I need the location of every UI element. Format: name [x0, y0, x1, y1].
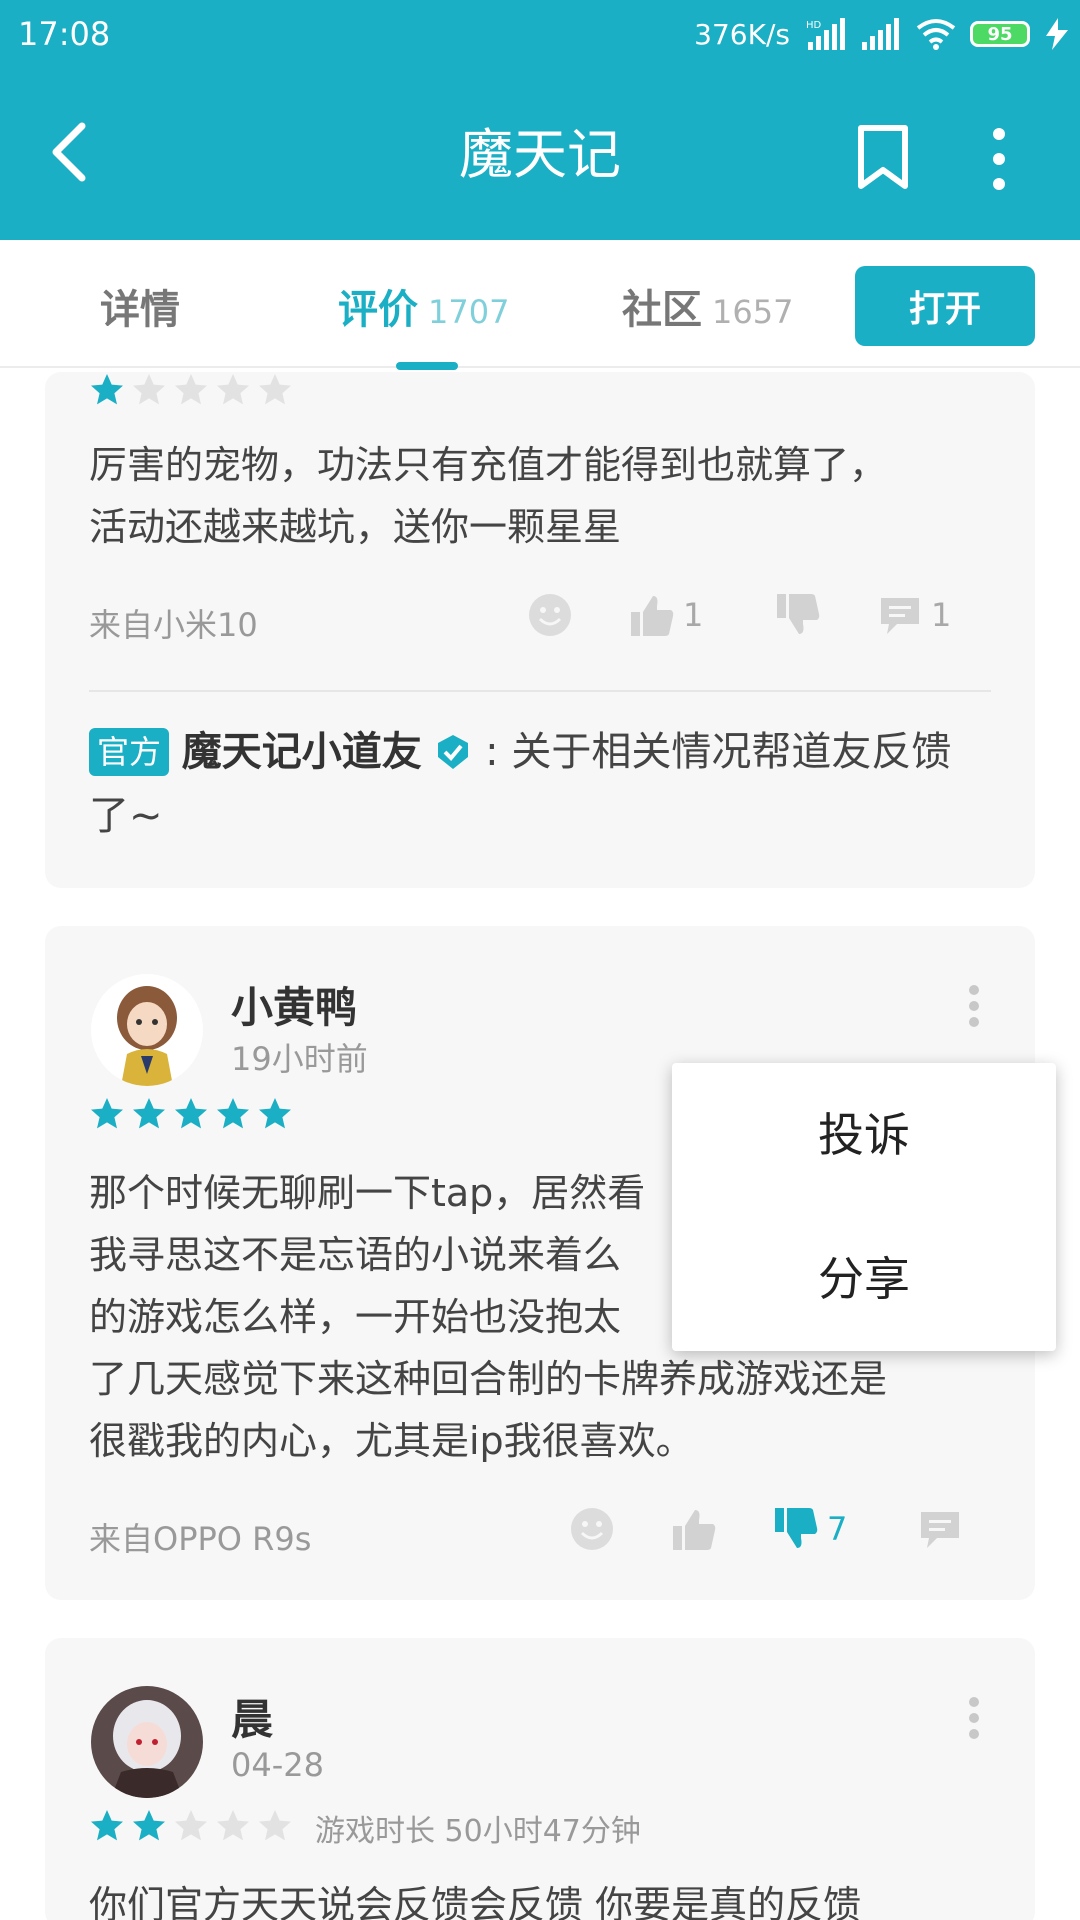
bookmark-icon[interactable] — [856, 124, 910, 190]
star-icon — [217, 374, 249, 405]
avatar-image — [91, 974, 203, 1086]
page-title: 魔天记 — [459, 123, 621, 186]
comment-icon — [921, 1512, 959, 1548]
emoji-react-button[interactable] — [569, 1506, 615, 1552]
official-reply-text: : 关于相关情况帮道友反馈 — [485, 729, 952, 775]
divider — [89, 690, 991, 692]
official-name: 魔天记小道友 — [181, 729, 422, 775]
rating-stars — [89, 1096, 293, 1132]
official-reply: 官方 魔天记小道友 : 关于相关情况帮道友反馈 了~ — [89, 718, 999, 848]
comment-button[interactable] — [917, 1506, 963, 1552]
tab-community-count: 1657 — [712, 293, 794, 331]
rating-stars — [89, 372, 293, 408]
dislike-count: 7 — [827, 1510, 848, 1548]
comment-button[interactable]: 1 — [877, 592, 951, 638]
thumbs-down-icon — [775, 1508, 818, 1548]
verified-badge-icon — [438, 735, 469, 769]
review-source: 来自OPPO R9s — [89, 1520, 312, 1558]
emoji-react-button[interactable] — [527, 592, 573, 638]
battery-icon: 95 — [970, 21, 1030, 47]
star-icon — [217, 1810, 249, 1841]
app-header: 17:08 376K/s HD 95 魔天记 — [0, 0, 1080, 240]
smile-icon — [529, 594, 571, 636]
comment-icon — [881, 598, 919, 634]
dislike-button[interactable] — [775, 592, 821, 638]
review-source: 来自小米10 — [89, 606, 258, 644]
comment-count: 1 — [931, 596, 952, 634]
active-tab-indicator — [396, 362, 458, 370]
tab-details[interactable]: 详情 — [100, 284, 180, 336]
smile-icon — [571, 1508, 613, 1550]
thumbs-down-icon — [777, 594, 820, 634]
like-count: 1 — [683, 596, 704, 634]
status-time: 17:08 — [18, 15, 111, 53]
avatar[interactable] — [91, 974, 203, 1086]
username[interactable]: 小黄鸭 — [231, 974, 357, 1035]
star-icon — [133, 374, 165, 405]
star-icon — [175, 1810, 207, 1841]
star-icon — [133, 1098, 165, 1129]
review-card: 厉害的宠物，功法只有充值才能得到也就算了， 活动还越来越坑，送你一颗星星 来自小… — [45, 372, 1035, 888]
avatar-image — [91, 1686, 203, 1798]
star-icon — [91, 1810, 123, 1841]
review-more-icon[interactable] — [967, 984, 981, 1028]
star-icon — [175, 374, 207, 405]
like-button[interactable]: 1 — [629, 592, 703, 638]
charging-icon — [1046, 18, 1068, 50]
star-icon — [217, 1098, 249, 1129]
review-card: 晨 04-28 游戏时长 50小时47分钟 你们官方天天说会反馈会反馈 你要是真… — [45, 1638, 1035, 1920]
star-icon — [259, 1098, 291, 1129]
status-icons: 376K/s HD 95 — [694, 14, 1070, 54]
avatar[interactable] — [91, 1686, 203, 1798]
review-time: 19小时前 — [231, 1040, 368, 1078]
dislike-button[interactable]: 7 — [773, 1506, 847, 1552]
star-icon — [91, 374, 123, 405]
official-reply-text-cont: 了~ — [89, 793, 163, 839]
thumbs-up-icon — [673, 1510, 716, 1550]
like-button[interactable] — [671, 1506, 717, 1552]
signal-hd-icon: HD — [806, 18, 845, 50]
review-popup-menu: 投诉 分享 — [672, 1063, 1056, 1351]
username[interactable]: 晨 — [231, 1686, 273, 1747]
star-icon — [259, 1810, 291, 1841]
wifi-icon — [916, 19, 956, 50]
net-speed: 376K/s — [694, 17, 790, 51]
review-time: 04-28 — [231, 1746, 324, 1784]
star-icon — [175, 1098, 207, 1129]
menu-item-share[interactable]: 分享 — [672, 1207, 1056, 1351]
official-badge: 官方 — [89, 728, 170, 776]
star-icon — [259, 374, 291, 405]
tab-reviews[interactable]: 评价 1707 — [338, 284, 509, 338]
open-app-button[interactable]: 打开 — [855, 266, 1035, 346]
tab-bar: 详情 评价 1707 社区 1657 打开 — [0, 240, 1080, 368]
star-icon — [133, 1810, 165, 1841]
rating-stars — [89, 1808, 293, 1844]
menu-item-report[interactable]: 投诉 — [672, 1063, 1056, 1207]
signal-icon — [862, 18, 899, 50]
star-icon — [91, 1098, 123, 1129]
review-more-icon[interactable] — [967, 1696, 981, 1740]
tab-reviews-count: 1707 — [428, 293, 510, 331]
review-text: 你们官方天天说会反馈会反馈 你要是真的反馈 — [89, 1883, 862, 1920]
svg-text:HD: HD — [806, 20, 822, 31]
more-vertical-icon[interactable] — [982, 126, 1016, 192]
tab-community[interactable]: 社区 1657 — [622, 284, 793, 338]
playtime: 游戏时长 50小时47分钟 — [315, 1814, 641, 1849]
review-text: 厉害的宠物，功法只有充值才能得到也就算了， 活动还越来越坑，送你一颗星星 — [89, 443, 888, 549]
thumbs-up-icon — [631, 596, 674, 636]
